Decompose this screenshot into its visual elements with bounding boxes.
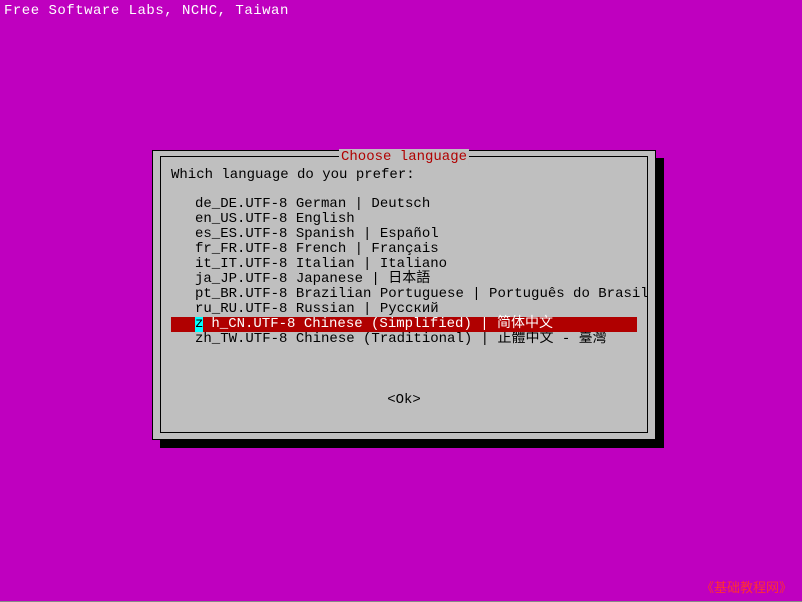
language-dialog: Choose language Which language do you pr… [152, 150, 656, 440]
language-option[interactable]: z h_CN.UTF-8 Chinese (Simplified) | 简体中文 [171, 317, 637, 332]
footer-watermark: 《基础教程网》 [701, 577, 792, 596]
dialog-prompt: Which language do you prefer: [171, 167, 415, 183]
language-option[interactable]: en_US.UTF-8 English [171, 212, 637, 227]
ok-button[interactable]: <Ok> [387, 392, 421, 408]
language-option[interactable]: pt_BR.UTF-8 Brazilian Portuguese | Portu… [171, 287, 637, 302]
language-option[interactable]: it_IT.UTF-8 Italian | Italiano [171, 257, 637, 272]
language-label: h_CN.UTF-8 Chinese (Simplified) | 简体中文 [203, 316, 553, 332]
language-option[interactable]: ru_RU.UTF-8 Russian | Русский [171, 302, 637, 317]
language-list: de_DE.UTF-8 German | Deutschen_US.UTF-8 … [171, 197, 637, 347]
language-option[interactable]: de_DE.UTF-8 German | Deutsch [171, 197, 637, 212]
language-option[interactable]: ja_JP.UTF-8 Japanese | 日本語 [171, 272, 637, 287]
cursor-icon: z [195, 317, 203, 332]
language-option[interactable]: es_ES.UTF-8 Spanish | Español [171, 227, 637, 242]
header-text: Free Software Labs, NCHC, Taiwan [4, 3, 289, 19]
dialog-title: Choose language [339, 149, 469, 165]
language-option[interactable]: fr_FR.UTF-8 French | Français [171, 242, 637, 257]
language-option[interactable]: zh_TW.UTF-8 Chinese (Traditional) | 正體中文… [171, 332, 637, 347]
dialog-frame: Choose language Which language do you pr… [160, 156, 648, 433]
